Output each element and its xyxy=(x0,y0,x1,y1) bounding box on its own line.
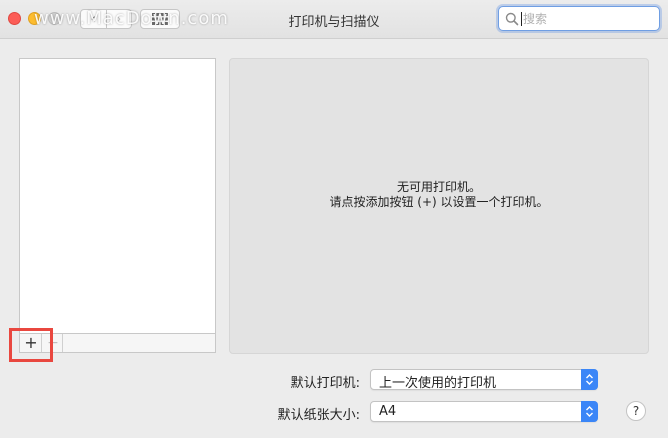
search-icon xyxy=(505,12,519,25)
title-bar: ‹ › www.MacDown.com 打印机与扫描仪 搜索 xyxy=(0,0,668,39)
default-paper-label: 默认纸张大小: xyxy=(277,408,360,423)
add-printer-hint: 请点按添加按钮 (+) 以设置一个打印机。 xyxy=(329,195,549,209)
printer-list[interactable] xyxy=(19,58,216,334)
default-printer-value: 上一次使用的打印机 xyxy=(379,376,497,391)
help-button[interactable]: ? xyxy=(626,401,646,421)
default-printer-label: 默认打印机: xyxy=(290,376,360,391)
default-paper-select[interactable]: A4 xyxy=(370,401,598,422)
default-paper-value: A4 xyxy=(379,404,397,419)
updown-chevron-icon xyxy=(581,369,598,390)
default-printer-select[interactable]: 上一次使用的打印机 xyxy=(370,369,598,391)
add-button-highlight xyxy=(9,328,53,362)
search-field[interactable]: 搜索 xyxy=(498,6,660,31)
updown-chevron-icon xyxy=(581,401,598,422)
search-placeholder: 搜索 xyxy=(523,12,548,26)
toolbar-divider xyxy=(62,334,63,352)
text-caret xyxy=(521,11,522,26)
